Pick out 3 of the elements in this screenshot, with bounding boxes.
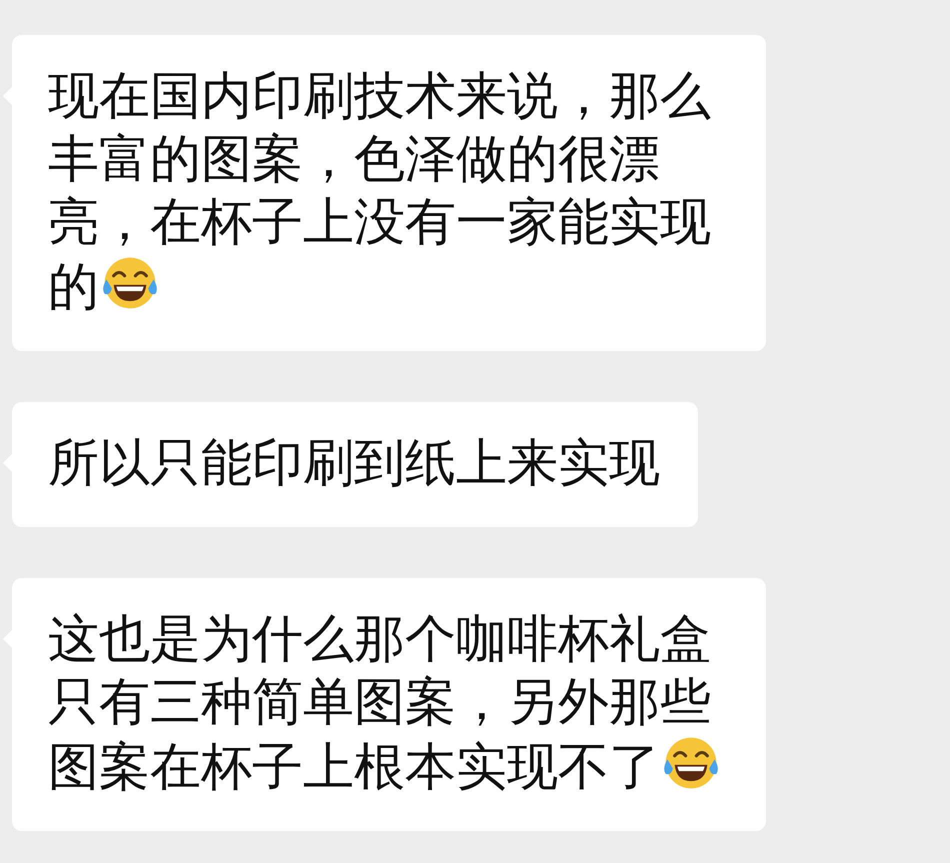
message-text: 这也是为什么那个咖啡杯礼盒只有三种简单图案，另外那些图案在杯子上根本实现不了 [48, 610, 711, 797]
message-text: 所以只能印刷到纸上来实现 [48, 434, 660, 493]
message-text: 现在国内印刷技术来说，那么丰富的图案，色泽做的很漂亮，在杯子上没有一家能实现的 [48, 67, 711, 317]
